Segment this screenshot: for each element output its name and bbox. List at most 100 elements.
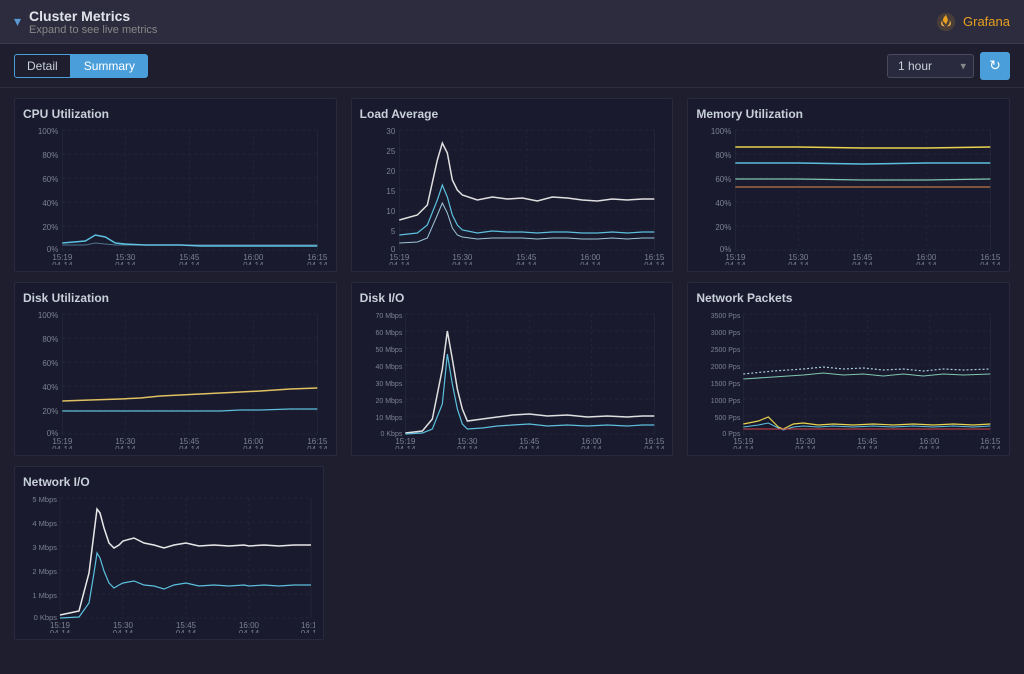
svg-text:04-14: 04-14 <box>115 261 136 265</box>
load-chart-svg: 30 25 20 15 10 5 0 15:19 <box>360 125 665 265</box>
network-io-panel: Network I/O 5 Mbps 4 Mbps 3 Mbps 2 Mbps … <box>14 466 324 640</box>
svg-text:04-14: 04-14 <box>980 445 1001 449</box>
svg-text:04-14: 04-14 <box>919 445 940 449</box>
disk-util-chart-area: 100% 80% 60% 40% 20% 0% 15:19 15:30 <box>23 309 328 449</box>
memory-title: Memory Utilization <box>696 107 1001 121</box>
svg-text:04-14: 04-14 <box>113 629 134 633</box>
svg-text:04-14: 04-14 <box>980 261 1001 265</box>
svg-text:04-14: 04-14 <box>389 261 410 265</box>
svg-text:30 Mbps: 30 Mbps <box>375 381 402 388</box>
load-average-panel: Load Average 30 25 20 15 10 5 <box>351 98 674 272</box>
svg-text:40%: 40% <box>42 383 58 392</box>
svg-text:30: 30 <box>386 127 395 136</box>
svg-text:2500 Pps: 2500 Pps <box>711 347 741 354</box>
svg-text:04-14: 04-14 <box>725 261 746 265</box>
tab-detail[interactable]: Detail <box>14 54 71 78</box>
svg-text:04-14: 04-14 <box>795 445 816 449</box>
svg-text:04-14: 04-14 <box>176 629 197 633</box>
svg-text:04-14: 04-14 <box>733 445 754 449</box>
svg-text:1500 Pps: 1500 Pps <box>711 381 741 388</box>
cpu-title: CPU Utilization <box>23 107 328 121</box>
svg-text:60 Mbps: 60 Mbps <box>375 330 402 337</box>
net-io-title: Network I/O <box>23 475 315 489</box>
net-packets-chart-svg: 3500 Pps 3000 Pps 2500 Pps 2000 Pps 1500… <box>696 309 1001 449</box>
refresh-button[interactable]: ↻ <box>980 52 1010 80</box>
charts-grid: CPU Utilization 100% 80% 60% 40% 20 <box>14 98 1010 456</box>
svg-text:4 Mbps: 4 Mbps <box>32 519 57 528</box>
svg-text:40 Mbps: 40 Mbps <box>375 364 402 371</box>
svg-text:20%: 20% <box>716 223 732 232</box>
main-content: CPU Utilization 100% 80% 60% 40% 20 <box>0 88 1024 674</box>
svg-text:100%: 100% <box>38 311 58 320</box>
svg-text:50 Mbps: 50 Mbps <box>375 347 402 354</box>
refresh-icon: ↻ <box>989 57 1001 74</box>
svg-text:3500 Pps: 3500 Pps <box>711 313 741 320</box>
svg-text:5: 5 <box>391 227 396 236</box>
disk-utilization-panel: Disk Utilization 100% 80% 60% 40% 20% 0% <box>14 282 337 456</box>
memory-utilization-panel: Memory Utilization 100% 80% 60% 40% 20% … <box>687 98 1010 272</box>
disk-io-title: Disk I/O <box>360 291 665 305</box>
svg-text:100%: 100% <box>38 127 58 136</box>
svg-text:3000 Pps: 3000 Pps <box>711 330 741 337</box>
svg-text:70 Mbps: 70 Mbps <box>375 313 402 320</box>
svg-text:04-14: 04-14 <box>395 445 416 449</box>
svg-text:04-14: 04-14 <box>519 445 540 449</box>
net-packets-title: Network Packets <box>696 291 1001 305</box>
svg-text:04-14: 04-14 <box>916 261 937 265</box>
svg-text:04-14: 04-14 <box>50 629 71 633</box>
svg-text:04-14: 04-14 <box>179 445 200 449</box>
svg-text:5 Mbps: 5 Mbps <box>32 495 57 504</box>
svg-text:04-14: 04-14 <box>243 445 264 449</box>
svg-text:80%: 80% <box>42 335 58 344</box>
svg-text:100%: 100% <box>711 127 731 136</box>
svg-text:04-14: 04-14 <box>239 629 260 633</box>
svg-text:04-14: 04-14 <box>857 445 878 449</box>
svg-text:2 Mbps: 2 Mbps <box>32 567 57 576</box>
app-title: Cluster Metrics <box>29 8 130 24</box>
cpu-chart-svg: 100% 80% 60% 40% 20% 0% 15:19 <box>23 125 328 265</box>
svg-text:500 Pps: 500 Pps <box>715 415 741 422</box>
svg-text:20%: 20% <box>42 223 58 232</box>
svg-text:2000 Pps: 2000 Pps <box>711 364 741 371</box>
net-io-chart-area: 5 Mbps 4 Mbps 3 Mbps 2 Mbps 1 Mbps 0 Kbp… <box>23 493 315 633</box>
time-range-select[interactable]: 1 hour 3 hours 6 hours 12 hours 24 hours <box>887 54 974 78</box>
svg-text:20: 20 <box>386 167 395 176</box>
disk-io-chart-area: 70 Mbps 60 Mbps 50 Mbps 40 Mbps 30 Mbps … <box>360 309 665 449</box>
time-controls: 1 hour 3 hours 6 hours 12 hours 24 hours… <box>887 52 1010 80</box>
charts-bottom-row: Network I/O 5 Mbps 4 Mbps 3 Mbps 2 Mbps … <box>14 466 1010 640</box>
load-title: Load Average <box>360 107 665 121</box>
svg-text:1000 Pps: 1000 Pps <box>711 398 741 405</box>
svg-text:04-14: 04-14 <box>644 445 665 449</box>
svg-text:10 Mbps: 10 Mbps <box>375 415 402 422</box>
disk-io-panel: Disk I/O 70 Mbps 60 Mbps 50 Mbps 40 Mbps <box>351 282 674 456</box>
svg-text:1 Mbps: 1 Mbps <box>32 591 57 600</box>
svg-text:10: 10 <box>386 207 395 216</box>
header-title-block: Cluster Metrics Expand to see live metri… <box>29 8 157 36</box>
svg-text:40%: 40% <box>716 199 732 208</box>
disk-util-chart-svg: 100% 80% 60% 40% 20% 0% 15:19 15:30 <box>23 309 328 449</box>
load-chart-area: 30 25 20 15 10 5 0 15:19 <box>360 125 665 265</box>
svg-text:04-14: 04-14 <box>580 261 601 265</box>
app-subtitle: Expand to see live metrics <box>29 24 157 36</box>
svg-text:04-14: 04-14 <box>115 445 136 449</box>
cpu-utilization-panel: CPU Utilization 100% 80% 60% 40% 20 <box>14 98 337 272</box>
svg-text:04-14: 04-14 <box>788 261 809 265</box>
expand-icon[interactable]: ▾ <box>14 13 21 30</box>
svg-text:04-14: 04-14 <box>644 261 665 265</box>
svg-text:15: 15 <box>386 187 395 196</box>
svg-text:04-14: 04-14 <box>301 629 315 633</box>
memory-chart-svg: 100% 80% 60% 40% 20% 0% 15:19 <box>696 125 1001 265</box>
svg-text:04-14: 04-14 <box>52 261 73 265</box>
header: ▾ Cluster Metrics Expand to see live met… <box>0 0 1024 44</box>
svg-text:60%: 60% <box>716 175 732 184</box>
tab-summary[interactable]: Summary <box>71 54 148 78</box>
toolbar: Detail Summary 1 hour 3 hours 6 hours 12… <box>0 44 1024 88</box>
svg-text:04-14: 04-14 <box>52 445 73 449</box>
svg-text:25: 25 <box>386 147 395 156</box>
memory-chart-area: 100% 80% 60% 40% 20% 0% 15:19 <box>696 125 1001 265</box>
disk-io-chart-svg: 70 Mbps 60 Mbps 50 Mbps 40 Mbps 30 Mbps … <box>360 309 665 449</box>
disk-util-title: Disk Utilization <box>23 291 328 305</box>
svg-text:04-14: 04-14 <box>243 261 264 265</box>
svg-text:80%: 80% <box>716 151 732 160</box>
svg-text:60%: 60% <box>42 175 58 184</box>
